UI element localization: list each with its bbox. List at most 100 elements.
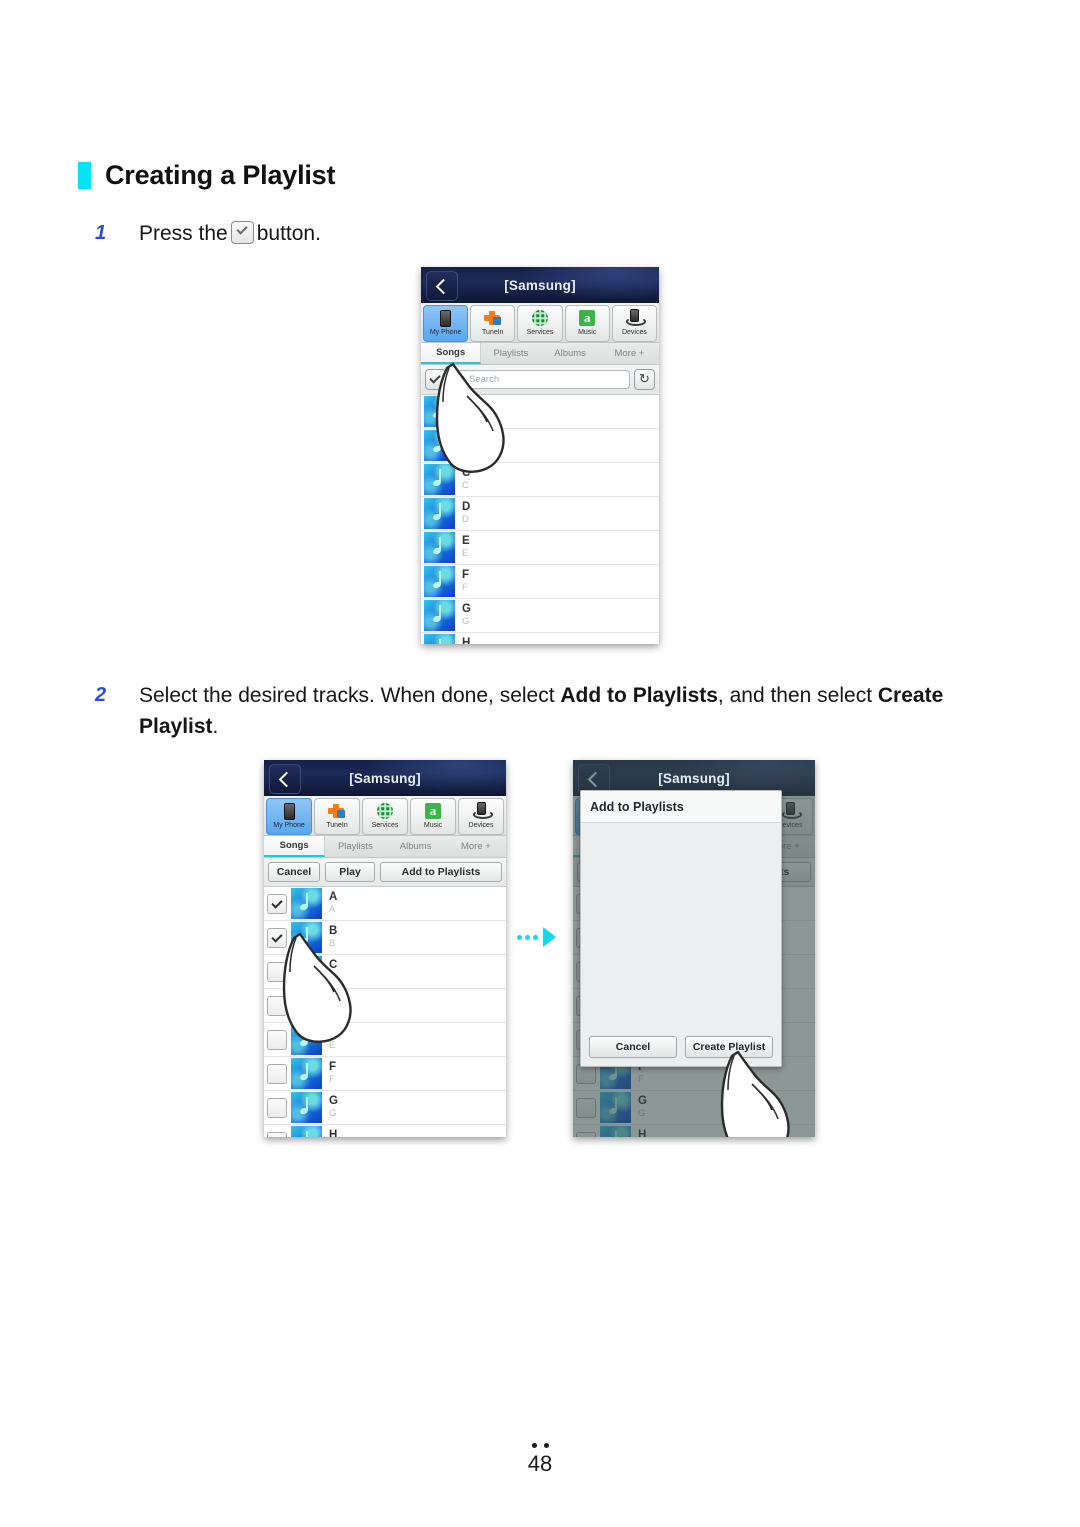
tab-albums[interactable]: Albums <box>541 343 600 364</box>
table-row[interactable]: F F <box>421 565 659 599</box>
phone-icon <box>283 801 295 821</box>
table-row[interactable]: G G <box>421 599 659 633</box>
row-checkbox[interactable] <box>267 995 287 1016</box>
table-row[interactable]: D D <box>264 989 506 1023</box>
step-2-bold-add-to-playlists: Add to Playlists <box>560 684 718 707</box>
source-tab-label: TuneIn <box>482 329 504 336</box>
table-row[interactable]: G G <box>264 1091 506 1125</box>
search-input[interactable]: Search <box>450 370 630 389</box>
source-tab-devices[interactable]: Devices <box>611 305 658 342</box>
heading-bullet-icon <box>78 162 91 189</box>
source-tab-label: TuneIn <box>326 822 348 829</box>
song-title: B <box>329 925 338 937</box>
source-tab-label: Services <box>526 329 554 336</box>
step-1-text-before: Press the <box>139 222 228 245</box>
dialog-cancel-button[interactable]: Cancel <box>589 1036 677 1058</box>
tab-songs[interactable]: Songs <box>264 836 326 857</box>
table-row[interactable]: E E <box>421 531 659 565</box>
back-button[interactable] <box>269 764 301 794</box>
tunein-icon <box>483 308 502 328</box>
device1-titlebar: [Samsung] <box>421 267 659 303</box>
source-tab-label: Music <box>578 329 597 336</box>
table-row[interactable]: B B <box>264 921 506 955</box>
table-row[interactable]: C C <box>264 955 506 989</box>
source-tab-label: Services <box>371 822 399 829</box>
back-button[interactable] <box>426 271 458 301</box>
row-checkbox[interactable] <box>267 1097 287 1118</box>
refresh-button[interactable] <box>634 369 655 390</box>
song-subtitle: D <box>329 1006 336 1017</box>
source-tab-my-phone[interactable]: My Phone <box>266 798 312 835</box>
add-to-playlists-button[interactable]: Add to Playlists <box>380 862 502 882</box>
song-title: H <box>329 1129 338 1137</box>
source-tab-devices[interactable]: Devices <box>458 798 504 835</box>
table-row[interactable]: A A <box>264 887 506 921</box>
amazon-music-icon: a <box>579 308 596 328</box>
dotted-arrow-right-icon <box>517 927 556 947</box>
album-art <box>424 566 455 597</box>
step-1-text-after: button. <box>256 222 321 245</box>
song-title: G <box>462 603 471 615</box>
row-checkbox[interactable] <box>267 927 287 948</box>
source-tab-my-phone[interactable]: My Phone <box>423 305 469 342</box>
device1-category-tabs: Songs Playlists Albums More + <box>421 343 659 365</box>
album-art <box>291 990 322 1021</box>
song-subtitle: A <box>329 904 336 915</box>
tab-playlists[interactable]: Playlists <box>481 343 540 364</box>
table-row[interactable]: F F <box>264 1057 506 1091</box>
back-chevron-icon <box>435 278 452 294</box>
table-row[interactable]: D D <box>421 497 659 531</box>
source-tab-music[interactable]: a Music <box>410 798 456 835</box>
step-1: 1 Press the button. <box>95 218 321 249</box>
row-checkbox[interactable] <box>267 1029 287 1050</box>
search-placeholder: Search <box>469 374 500 385</box>
magnifier-icon <box>456 375 465 384</box>
source-tab-tunein[interactable]: TuneIn <box>470 305 516 342</box>
table-row[interactable]: E E <box>264 1023 506 1057</box>
song-title: H <box>462 637 471 644</box>
step-2-part1: Select the desired tracks. When done, se… <box>139 684 561 707</box>
dialog-title: Add to Playlists <box>581 791 781 823</box>
table-row[interactable]: H H <box>264 1125 506 1137</box>
table-row[interactable]: B B <box>421 429 659 463</box>
dock-icon <box>472 801 493 821</box>
tab-albums[interactable]: Albums <box>386 836 446 857</box>
tab-songs[interactable]: Songs <box>421 343 482 364</box>
song-subtitle: D <box>462 514 469 525</box>
album-art <box>291 1126 322 1137</box>
phone-icon <box>440 308 452 328</box>
row-checkbox[interactable] <box>267 961 287 982</box>
source-tab-tunein[interactable]: TuneIn <box>314 798 360 835</box>
song-title: D <box>329 993 338 1005</box>
song-subtitle: C <box>462 480 469 491</box>
tab-playlists[interactable]: Playlists <box>325 836 385 857</box>
song-subtitle: G <box>329 1108 337 1119</box>
source-tab-services[interactable]: Services <box>517 305 563 342</box>
dialog-footer: Cancel Create Playlist <box>581 1028 781 1066</box>
tunein-icon <box>328 801 346 821</box>
play-button[interactable]: Play <box>325 862 375 882</box>
create-playlist-button[interactable]: Create Playlist <box>685 1036 773 1058</box>
step-2-text: Select the desired tracks. When done, se… <box>139 680 995 742</box>
song-title: B <box>462 433 471 445</box>
select-all-checkbox-button[interactable] <box>425 369 446 390</box>
song-title: A <box>329 891 338 903</box>
cancel-button[interactable]: Cancel <box>268 862 320 882</box>
tab-more[interactable]: More + <box>600 343 659 364</box>
tab-more[interactable]: More + <box>446 836 506 857</box>
source-tab-services[interactable]: Services <box>362 798 408 835</box>
device1-search-row: Search <box>421 365 659 395</box>
table-row[interactable]: C C <box>421 463 659 497</box>
row-checkbox[interactable] <box>267 1131 287 1137</box>
step-2-number: 2 <box>95 684 107 706</box>
source-tab-music[interactable]: a Music <box>564 305 610 342</box>
table-row[interactable]: A A <box>421 395 659 429</box>
album-art <box>291 956 322 987</box>
song-title: F <box>462 569 470 581</box>
table-row[interactable]: H H <box>421 633 659 644</box>
row-checkbox[interactable] <box>267 893 287 914</box>
row-checkbox[interactable] <box>267 1063 287 1084</box>
song-subtitle: E <box>329 1040 336 1051</box>
step-2-part2: , and then select <box>717 684 878 707</box>
song-subtitle: B <box>329 938 336 949</box>
